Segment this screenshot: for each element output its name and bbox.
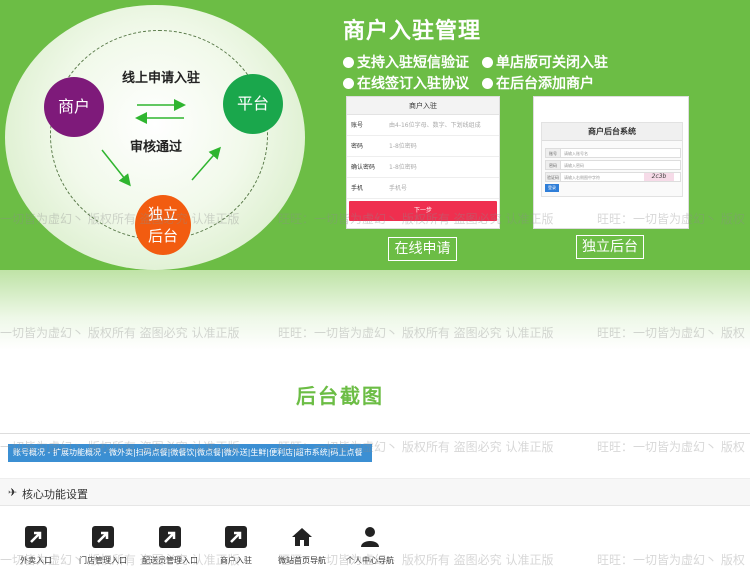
field-placeholder: 1-8位密码 — [389, 164, 417, 171]
bullet-icon — [482, 57, 493, 68]
password-field[interactable]: 密码 请输入密码 — [545, 160, 681, 170]
feature-text: 在线签订入驻协议 — [357, 76, 469, 92]
banner: 商户 平台 独立 后台 线上申请入驻 审核通过 商户入驻管理 支持入驻短信验证 单… — [0, 0, 750, 270]
signup-row-confirm[interactable]: 确认密码 1-8位密码 — [347, 157, 499, 178]
arrow-icon — [159, 526, 181, 548]
field-placeholder: 请输入账号名 — [564, 151, 588, 156]
tool-label: 门店管理入口 — [79, 556, 127, 565]
next-button[interactable]: 下一步 — [349, 201, 497, 221]
tool-courier-entry[interactable]: 配送员管理入口 — [135, 526, 205, 566]
field-label: 账号 — [546, 149, 561, 157]
section-divider — [0, 270, 750, 350]
core-settings-title: 核心功能设置 — [22, 488, 88, 501]
arrow-icon — [25, 526, 47, 548]
login-panel: 商户后台系统 账号 请输入账号名 密码 请输入密码 验证码 请输入右侧图中字符 2c3b… — [541, 122, 683, 197]
tool-merchant-join[interactable]: 商户入驻 — [201, 526, 271, 566]
field-label: 确认密码 — [351, 164, 376, 171]
tool-label: 微站首页导航 — [278, 556, 326, 565]
feature-text: 在后台添加商户 — [496, 76, 594, 92]
feature-item: 支持入驻短信验证 — [343, 52, 469, 72]
tool-user-center-nav[interactable]: 个人中心导航 — [335, 526, 405, 566]
backend-screenshot: 账号概况 - 扩展功能概况 - 微外卖|扫码点餐|微餐饮|微点餐|微外送|生鲜|… — [0, 433, 750, 582]
feature-item: 在后台添加商户 — [482, 73, 594, 93]
login-title: 商户后台系统 — [542, 123, 682, 141]
independent-backend-node: 独立 后台 — [135, 195, 191, 255]
arrow-to-independent — [101, 149, 131, 187]
tool-label: 配送员管理入口 — [142, 556, 198, 565]
apply-label: 线上申请入驻 — [122, 71, 201, 86]
account-field[interactable]: 账号 请输入账号名 — [545, 148, 681, 158]
signup-header: 商户入驻 — [347, 97, 499, 115]
tool-label: 个人中心导航 — [346, 556, 394, 565]
plane-icon: ✈ — [8, 486, 18, 499]
field-placeholder: 1-8位密码 — [389, 143, 417, 150]
captcha-image[interactable]: 2c3b — [644, 173, 674, 181]
arrow-to-platform — [191, 146, 221, 181]
field-placeholder: 请输入右侧图中字符 — [564, 175, 600, 180]
bullet-icon — [343, 57, 354, 68]
field-placeholder: 手机号 — [389, 185, 408, 192]
independent-backend-caption: 独立后台 — [576, 235, 644, 259]
tool-label: 商户入驻 — [220, 556, 252, 565]
page: 商户 平台 独立 后台 线上申请入驻 审核通过 商户入驻管理 支持入驻短信验证 单… — [0, 0, 750, 582]
signup-form-preview: 商户入驻 账号 由4-16位字母、数字、下划线组成 密码 1-8位密码 确认密码 1-… — [346, 96, 500, 229]
core-settings-header: ✈ 核心功能设置 — [0, 478, 750, 506]
feature-item: 在线签订入驻协议 — [343, 73, 469, 93]
field-placeholder: 请输入密码 — [564, 163, 584, 168]
feature-text: 支持入驻短信验证 — [357, 55, 469, 71]
field-label: 验证码 — [546, 173, 561, 181]
signup-row-phone[interactable]: 手机 手机号 — [347, 178, 499, 199]
home-icon — [291, 526, 313, 548]
tool-takeout-entry[interactable]: 外卖入口 — [1, 526, 71, 566]
node-line-1: 独立 — [147, 205, 178, 223]
captcha-field[interactable]: 验证码 请输入右侧图中字符 2c3b — [545, 172, 681, 182]
bullet-icon — [482, 78, 493, 89]
node-line-2: 后台 — [147, 227, 178, 245]
backend-login-preview: 商户后台系统 账号 请输入账号名 密码 请输入密码 验证码 请输入右侧图中字符 2c3b… — [533, 96, 689, 229]
feature-text: 单店版可关闭入驻 — [496, 55, 608, 71]
signup-row-password[interactable]: 密码 1-8位密码 — [347, 136, 499, 157]
bullet-icon — [343, 78, 354, 89]
field-label: 密码 — [351, 143, 364, 150]
signup-row-account[interactable]: 账号 由4-16位字母、数字、下划线组成 — [347, 115, 499, 136]
platform-node: 平台 — [223, 74, 283, 134]
tool-store-entry[interactable]: 门店管理入口 — [68, 526, 138, 566]
field-placeholder: 由4-16位字母、数字、下划线组成 — [389, 122, 481, 129]
user-icon — [359, 526, 381, 548]
merchant-node: 商户 — [44, 77, 104, 137]
tool-site-home-nav[interactable]: 微站首页导航 — [267, 526, 337, 566]
field-label: 密码 — [546, 161, 561, 169]
field-label: 手机 — [351, 185, 364, 192]
tool-label: 外卖入口 — [20, 556, 52, 565]
backend-nav-bar[interactable]: 账号概况 - 扩展功能概况 - 微外卖|扫码点餐|微餐饮|微点餐|微外送|生鲜|… — [8, 444, 372, 462]
login-button[interactable]: 登录 — [545, 184, 559, 192]
banner-title: 商户入驻管理 — [343, 19, 482, 44]
screenshot-section-title: 后台截图 — [296, 384, 384, 408]
field-label: 账号 — [351, 122, 364, 129]
approve-label: 审核通过 — [130, 140, 183, 155]
online-apply-caption: 在线申请 — [388, 237, 457, 261]
arrow-icon — [92, 526, 114, 548]
feature-item: 单店版可关闭入驻 — [482, 52, 608, 72]
arrow-icon — [225, 526, 247, 548]
